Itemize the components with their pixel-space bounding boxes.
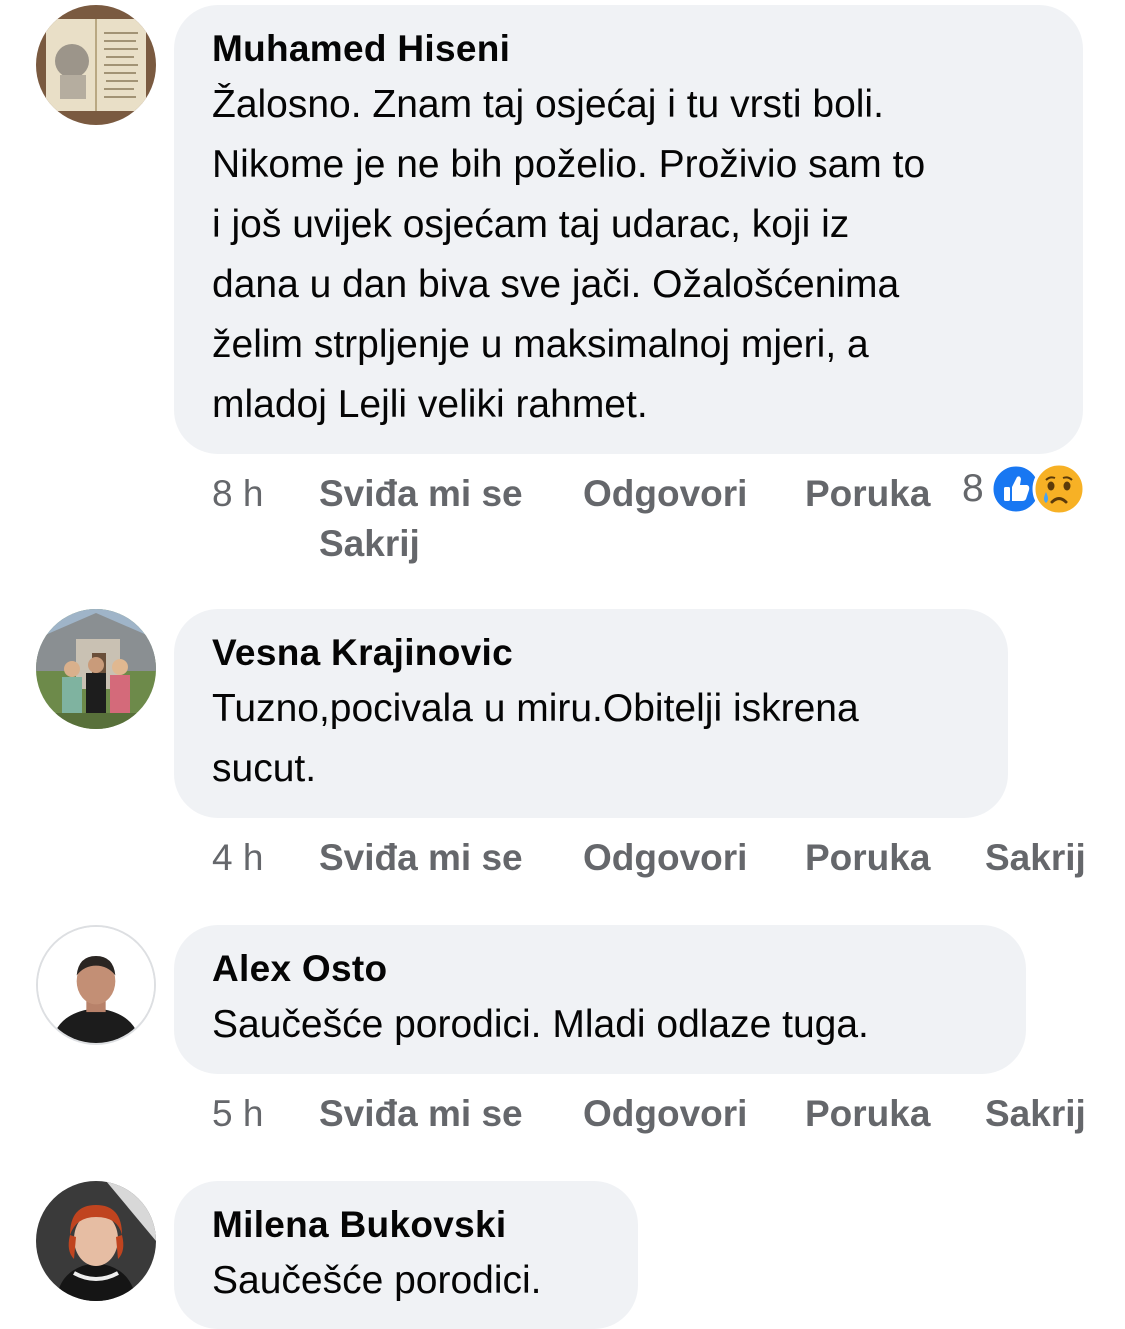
comment-bubble: Vesna Krajinovic Tuzno,pocivala u miru.O… xyxy=(174,609,1008,818)
hide-button[interactable]: Sakrij xyxy=(985,833,1086,883)
comment-author[interactable]: Vesna Krajinovic xyxy=(212,631,970,675)
reply-button[interactable]: Odgovori xyxy=(583,1089,747,1139)
avatar[interactable] xyxy=(36,925,156,1045)
reaction-summary[interactable]: 8 xyxy=(962,462,1086,516)
message-button[interactable]: Poruka xyxy=(805,833,930,883)
comment-author[interactable]: Muhamed Hiseni xyxy=(212,27,1045,71)
comment-text-line: i još uvijek osjećam taj udarac, koji iz xyxy=(212,203,850,246)
avatar[interactable] xyxy=(36,5,156,125)
comment-text: Saučešće porodici. xyxy=(212,1251,600,1311)
reaction-count: 8 xyxy=(962,467,984,510)
comment-text-line: Saučešće porodici. Mladi odlaze tuga. xyxy=(212,1003,869,1046)
comment-bubble: Alex Osto Saučešće porodici. Mladi odlaz… xyxy=(174,925,1026,1074)
comment-text-line: Saučešće porodici. xyxy=(212,1259,542,1302)
comment-text-line: Nikome je ne bih poželio. Proživio sam t… xyxy=(212,143,926,186)
comment-author[interactable]: Alex Osto xyxy=(212,947,988,991)
comment-text: Saučešće porodici. Mladi odlaze tuga. xyxy=(212,995,988,1055)
comment-timestamp[interactable]: 4 h xyxy=(212,833,263,883)
comment-bubble: Milena Bukovski Saučešće porodici. xyxy=(174,1181,638,1329)
comment-text-line: Žalosno. Znam taj osjećaj i tu vrsti bol… xyxy=(212,83,884,126)
like-button[interactable]: Sviđa mi se xyxy=(319,1089,523,1139)
comment-timestamp[interactable]: 5 h xyxy=(212,1089,263,1139)
avatar[interactable] xyxy=(36,1181,156,1301)
avatar[interactable] xyxy=(36,609,156,729)
reply-button[interactable]: Odgovori xyxy=(583,833,747,883)
like-button[interactable]: Sviđa mi se xyxy=(319,833,523,883)
reply-button[interactable]: Odgovori xyxy=(583,469,747,519)
comment-text-line: dana u dan biva sve jači. Ožalošćenima xyxy=(212,263,900,306)
comment-timestamp[interactable]: 8 h xyxy=(212,469,263,519)
comment-text-line: mladoj Lejli veliki rahmet. xyxy=(212,383,648,426)
comment-bubble: Muhamed Hiseni Žalosno. Znam taj osjećaj… xyxy=(174,5,1083,454)
message-button[interactable]: Poruka xyxy=(805,1089,930,1139)
hide-button[interactable]: Sakrij xyxy=(985,1089,1086,1139)
sad-icon xyxy=(1032,462,1086,516)
comment-text-line: sucut. xyxy=(212,747,317,790)
comment-text-line: želim strpljenje u maksimalnoj mjeri, a xyxy=(212,323,869,366)
comment-text: Tuzno,pocivala u miru.Obitelji iskrena s… xyxy=(212,679,970,799)
message-button[interactable]: Poruka xyxy=(805,469,930,519)
comment-text: Žalosno. Znam taj osjećaj i tu vrsti bol… xyxy=(212,75,1045,435)
hide-button[interactable]: Sakrij xyxy=(319,519,420,569)
comment-text-line: Tuzno,pocivala u miru.Obitelji iskrena xyxy=(212,687,859,730)
like-button[interactable]: Sviđa mi se xyxy=(319,469,523,519)
comment-author[interactable]: Milena Bukovski xyxy=(212,1203,600,1247)
